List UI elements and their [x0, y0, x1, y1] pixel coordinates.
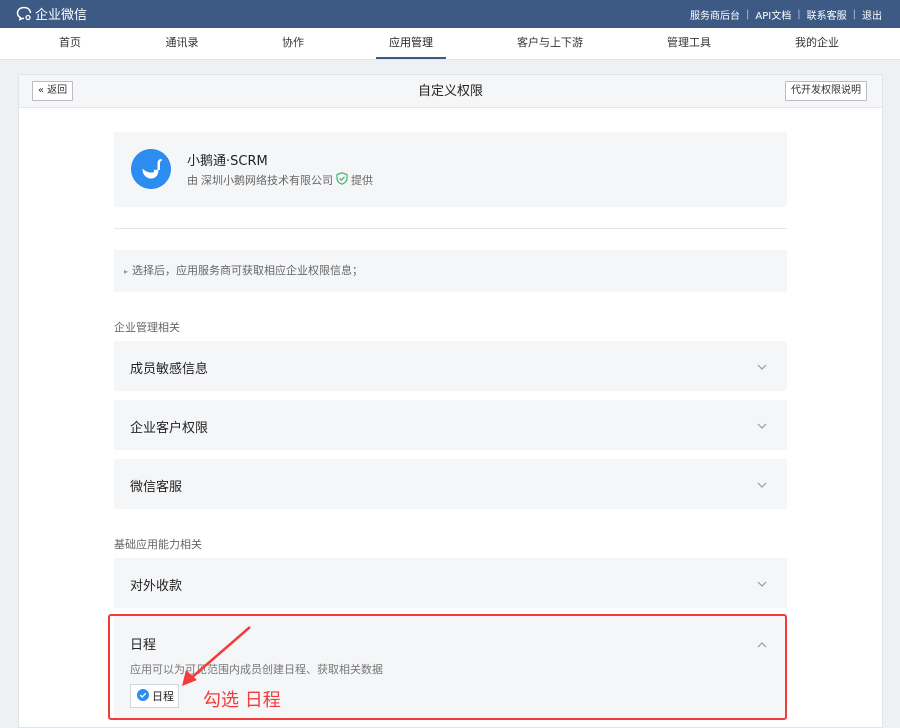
permission-help-button[interactable]: 代开发权限说明: [785, 81, 867, 101]
vendor-suffix: 提供: [351, 174, 373, 187]
checked-icon: [137, 688, 149, 704]
nav-collaboration[interactable]: 协作: [261, 28, 325, 59]
accordion-description: 应用可以为可见范围内成员创建日程、获取相关数据: [130, 663, 383, 676]
section-label-enterprise: 企业管理相关: [114, 321, 180, 334]
top-links: 服务商后台 | API文档 | 联系客服 | 退出: [690, 7, 882, 22]
chevron-down-icon: [757, 360, 767, 374]
chevron-down-icon: [757, 577, 767, 591]
bullet-icon: ▸: [124, 267, 129, 276]
top-bar: 企业微信 服务商后台 | API文档 | 联系客服 | 退出: [0, 0, 900, 28]
divider: [114, 228, 787, 229]
wework-logo-icon: [16, 6, 32, 21]
accordion-title: 微信客服: [130, 480, 183, 495]
accordion-customer-permission[interactable]: 企业客户权限: [114, 400, 787, 450]
verified-shield-icon: [336, 172, 348, 188]
vendor-name: 深圳小鹅网络技术有限公司: [201, 174, 333, 187]
main-nav: 首页 通讯录 协作 应用管理 客户与上下游 管理工具 我的企业: [0, 28, 900, 60]
accordion-external-payment[interactable]: 对外收款: [114, 558, 787, 608]
nav-customers[interactable]: 客户与上下游: [510, 28, 590, 59]
api-docs-link[interactable]: API文档: [755, 7, 791, 22]
link-separator: |: [797, 9, 801, 20]
page-title: 自定义权限: [417, 84, 483, 99]
notice-box: ▸ 选择后，应用服务商可获取相应企业权限信息；: [114, 250, 787, 292]
nav-app-management[interactable]: 应用管理: [376, 28, 446, 59]
logout-link[interactable]: 退出: [862, 7, 882, 22]
nav-management-tools[interactable]: 管理工具: [655, 28, 723, 59]
accordion-wechat-service[interactable]: 微信客服: [114, 459, 787, 509]
schedule-checkbox[interactable]: 日程: [130, 684, 179, 708]
annotation-text: 勾选 日程: [203, 690, 281, 711]
app-icon: [131, 149, 171, 189]
vendor-console-link[interactable]: 服务商后台: [690, 7, 740, 22]
nav-my-company[interactable]: 我的企业: [782, 28, 852, 59]
app-name: 小鹅通·SCRM: [187, 154, 268, 169]
nav-contacts[interactable]: 通讯录: [150, 28, 214, 59]
accordion-title: 对外收款: [130, 579, 183, 594]
link-separator: |: [852, 9, 856, 20]
contact-support-link[interactable]: 联系客服: [807, 7, 847, 22]
card-header: 自定义权限 « 返回 代开发权限说明: [19, 75, 882, 108]
vendor-prefix: 由: [187, 174, 198, 187]
checkbox-label: 日程: [152, 690, 174, 703]
back-button[interactable]: « 返回: [32, 81, 73, 101]
accordion-title: 企业客户权限: [130, 421, 209, 436]
permission-card: 自定义权限 « 返回 代开发权限说明 小鹅通·SCRM 由 深圳小鹅网络技术有限…: [18, 74, 883, 728]
chevron-down-icon: [757, 478, 767, 492]
logo-text: 企业微信: [35, 8, 88, 23]
accordion-title: 成员敏感信息: [130, 362, 209, 377]
nav-home[interactable]: 首页: [38, 28, 102, 59]
section-label-basic: 基础应用能力相关: [114, 538, 202, 551]
accordion-member-sensitive-info[interactable]: 成员敏感信息: [114, 341, 787, 391]
logo[interactable]: 企业微信: [16, 4, 87, 23]
notice-text: 选择后，应用服务商可获取相应企业权限信息；: [132, 264, 364, 277]
app-info-box: 小鹅通·SCRM 由 深圳小鹅网络技术有限公司 提供: [114, 132, 787, 207]
app-vendor: 由 深圳小鹅网络技术有限公司 提供: [187, 172, 373, 188]
chevron-down-icon: [757, 419, 767, 433]
link-separator: |: [746, 9, 750, 20]
chevron-up-icon[interactable]: [757, 637, 767, 651]
accordion-title[interactable]: 日程: [130, 634, 156, 653]
